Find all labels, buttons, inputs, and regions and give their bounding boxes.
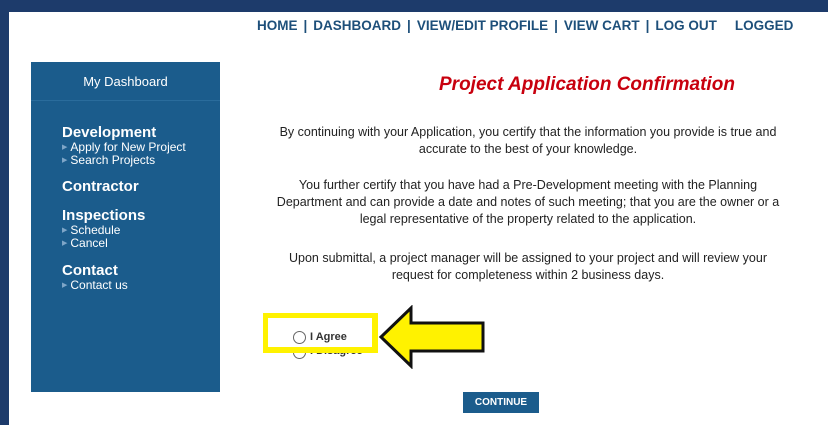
logged-in-label: LOGGED: [734, 18, 794, 33]
sidebar-item-label: Schedule: [70, 223, 121, 238]
bullet-arrow-icon: ▶: [62, 281, 68, 289]
bullet-arrow-icon: ▶: [62, 143, 68, 151]
nav-separator: |: [645, 18, 650, 33]
paragraph-line: You further certify that you have had a …: [298, 178, 758, 192]
top-border: [0, 0, 828, 12]
paragraph-line: accurate to the best of your knowledge.: [418, 142, 638, 156]
pointer-arrow-icon: [378, 305, 485, 369]
sidebar-item-label: Contact us: [70, 278, 128, 293]
paragraph-line: Upon submittal, a project manager will b…: [288, 251, 767, 265]
sidebar-item-label: Cancel: [70, 236, 108, 251]
sidebar-section-contact: Contact ▶ Contact us: [62, 263, 220, 292]
sidebar-section-development: Development ▶ Apply for New Project ▶ Sear…: [62, 125, 220, 167]
nav-separator: |: [554, 18, 558, 33]
nav-dashboard[interactable]: DASHBOARD: [313, 18, 401, 33]
sidebar-section-title[interactable]: Development: [62, 125, 220, 141]
sidebar-section-contractor: Contractor: [62, 179, 220, 195]
left-border: [0, 0, 9, 425]
continue-button[interactable]: CONTINUE: [463, 392, 539, 413]
sidebar-item-contact-us[interactable]: ▶ Contact us: [62, 279, 220, 292]
paragraph-submittal: Upon submittal, a project manager will b…: [228, 250, 828, 284]
sidebar-section-title[interactable]: Contractor: [62, 179, 220, 195]
nav-view-edit-profile[interactable]: VIEW/EDIT PROFILE: [417, 18, 548, 33]
sidebar-item-label: Apply for New Project: [70, 140, 186, 154]
sidebar-header[interactable]: My Dashboard: [31, 62, 220, 101]
sidebar: My Dashboard Development ▶ Apply for New …: [31, 62, 220, 392]
paragraph-line: request for completeness within 2 busine…: [391, 268, 665, 282]
paragraph-line: legal representative of the property rel…: [359, 212, 697, 226]
agree-label: I Agree: [310, 331, 347, 343]
paragraph-certify: By continuing with your Application, you…: [228, 124, 828, 158]
nav-separator: |: [407, 18, 411, 33]
paragraph-line: By continuing with your Application, you…: [279, 125, 777, 139]
nav-separator: |: [303, 18, 308, 33]
top-nav: HOME | DASHBOARD | VIEW/EDIT PROFILE | VIEW CA…: [257, 18, 793, 33]
bullet-arrow-icon: ▶: [62, 226, 68, 234]
sidebar-section-title[interactable]: Inspections: [62, 208, 220, 224]
nav-view-cart[interactable]: VIEW CART: [564, 18, 640, 33]
paragraph-line: Department and can provide a date and no…: [276, 195, 780, 209]
sidebar-item-search-projects[interactable]: ▶ Search Projects: [62, 154, 220, 167]
sidebar-item-label: Search Projects: [70, 153, 156, 168]
nav-log-out[interactable]: LOG OUT: [655, 18, 717, 33]
sidebar-item-cancel[interactable]: ▶ Cancel: [62, 237, 220, 250]
paragraph-further-certify: You further certify that you have had a …: [228, 177, 828, 228]
bullet-arrow-icon: ▶: [62, 239, 68, 247]
sidebar-section-inspections: Inspections ▶ Schedule ▶ Cancel: [62, 208, 220, 250]
sidebar-section-title[interactable]: Contact: [62, 263, 220, 279]
agree-radio[interactable]: [293, 331, 306, 344]
page-title: Project Application Confirmation: [439, 74, 735, 95]
bullet-arrow-icon: ▶: [62, 156, 68, 164]
nav-home[interactable]: HOME: [257, 18, 298, 33]
